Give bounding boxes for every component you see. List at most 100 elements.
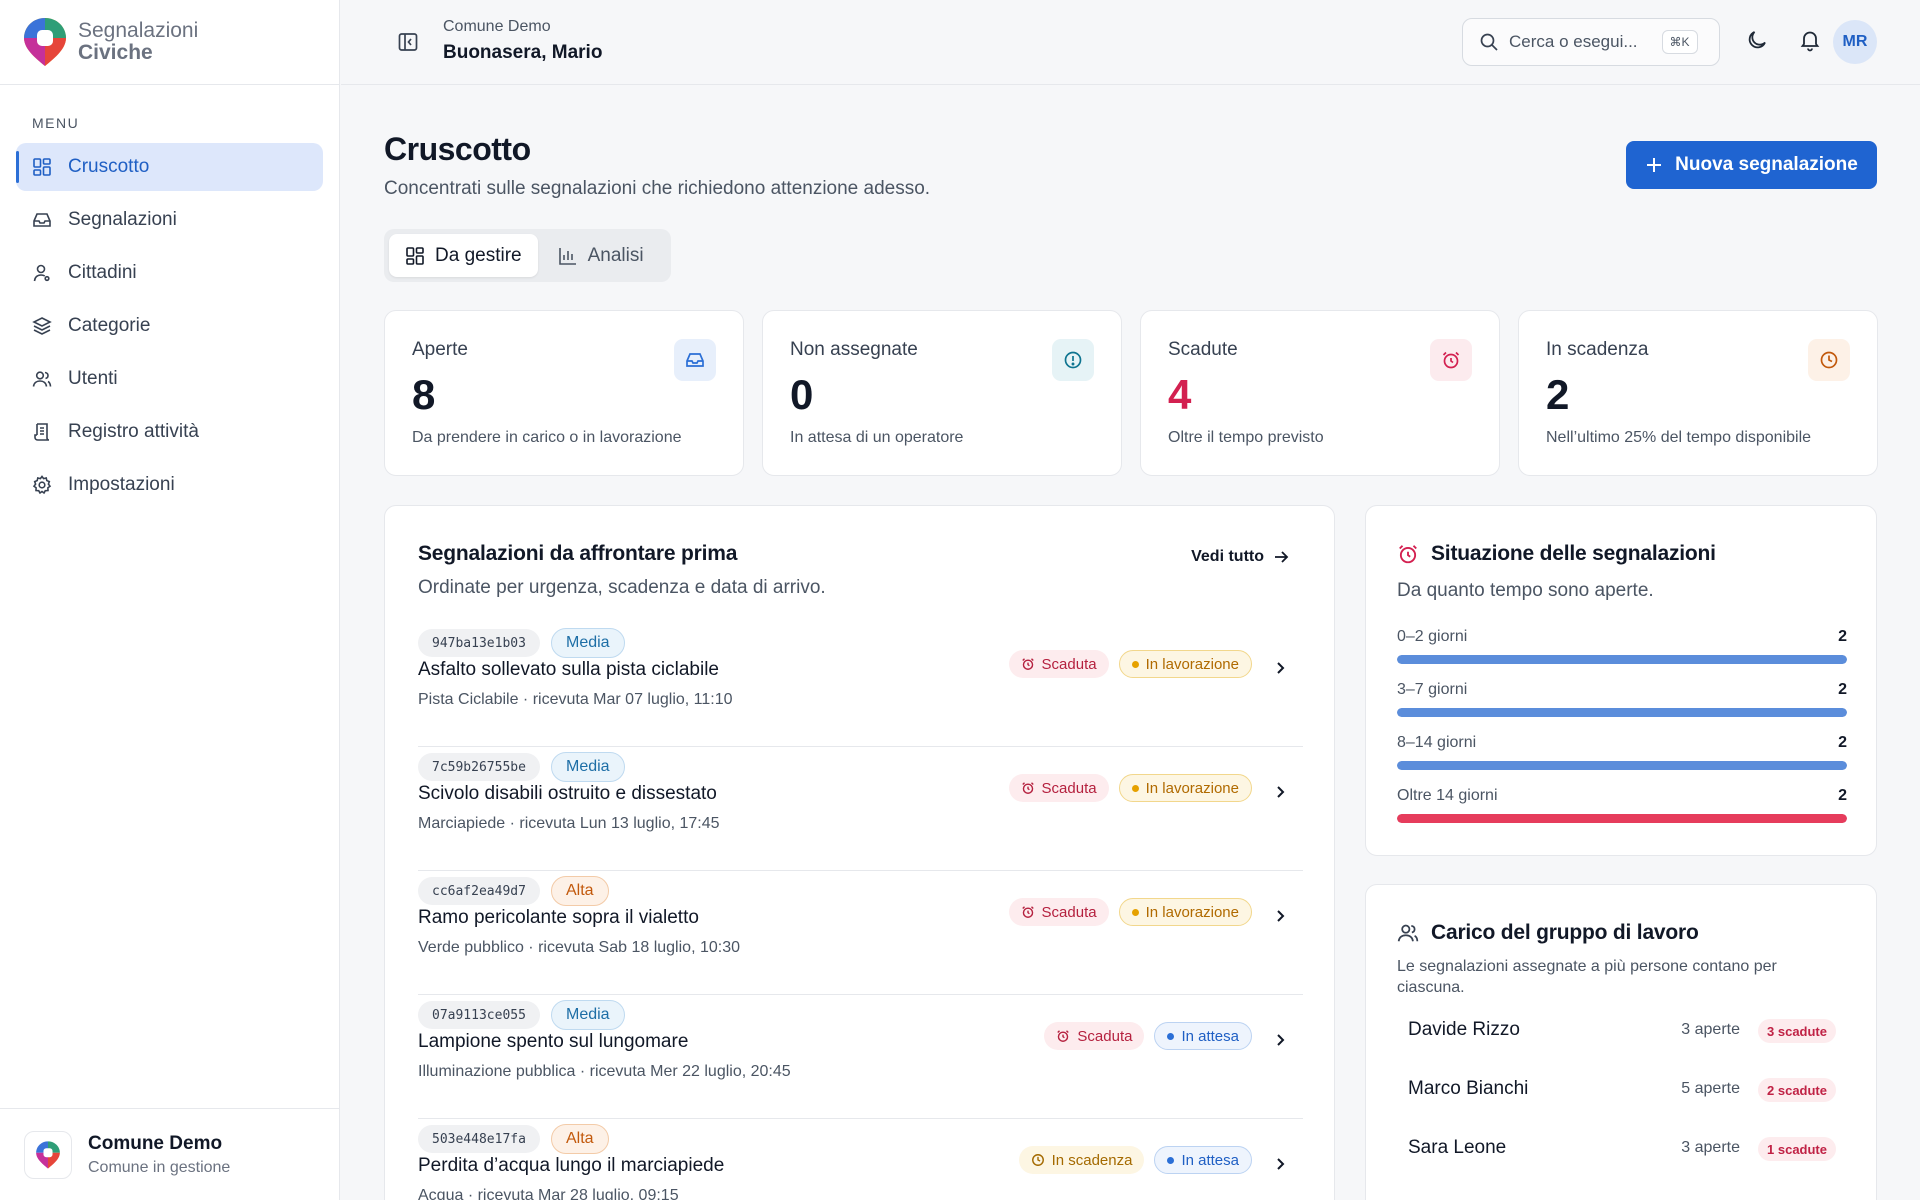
moon-icon[interactable] bbox=[1745, 28, 1769, 52]
stat-card-non-assegnate[interactable]: Non assegnate 0 In attesa di un operator… bbox=[762, 310, 1122, 476]
user-greeting: Buonasera, Mario bbox=[443, 42, 603, 63]
stat-card-scadute[interactable]: Scadute 4 Oltre il tempo previsto bbox=[1140, 310, 1500, 476]
person-name: Marco Bianchi bbox=[1408, 1078, 1529, 1099]
sidebar-item-label: Segnalazioni bbox=[68, 209, 177, 230]
app-logo-icon bbox=[24, 18, 66, 66]
report-code: 947ba13e1b03 bbox=[418, 629, 540, 657]
brand[interactable]: Segnalazioni Civiche bbox=[0, 0, 339, 85]
alarm-icon bbox=[1021, 658, 1034, 670]
brand-line-2: Civiche bbox=[78, 41, 153, 64]
list-item[interactable]: cc6af2ea49d7 Alta Ramo pericolante sopra… bbox=[418, 871, 1303, 995]
age-bar-value: 2 bbox=[1838, 787, 1847, 804]
report-meta: Verde pubblico · ricevuta Sab 18 luglio,… bbox=[418, 939, 740, 956]
overdue-badge: 1 scadute bbox=[1758, 1137, 1836, 1161]
state-badge-label: In attesa bbox=[1181, 1151, 1239, 1169]
org-switcher[interactable]: Comune Demo Comune in gestione bbox=[0, 1108, 339, 1200]
new-report-button[interactable]: Nuova segnalazione bbox=[1626, 141, 1877, 189]
card-subtitle: Ordinate per urgenza, scadenza e data di… bbox=[418, 577, 826, 598]
chevron-right-icon bbox=[1277, 662, 1285, 674]
state-badge: In lavorazione bbox=[1118, 774, 1252, 802]
alert-circle-icon bbox=[1052, 339, 1094, 381]
age-bars: 0–2 giorni 2 3–7 giorni 2 8–14 giorni 2 … bbox=[1397, 628, 1847, 840]
users-icon bbox=[32, 371, 52, 387]
sidebar-item-utenti[interactable]: Utenti bbox=[16, 355, 323, 403]
age-bar-row: 0–2 giorni 2 bbox=[1397, 628, 1847, 681]
list-item[interactable]: Davide Rizzo 3 aperte 3 scadute bbox=[1408, 1019, 1836, 1078]
stat-card-in-scadenza[interactable]: In scadenza 2 Nell’ultimo 25% del tempo … bbox=[1518, 310, 1878, 476]
list-item[interactable]: 503e448e17fa Alta Perdita d’acqua lungo … bbox=[418, 1119, 1303, 1200]
priority-list-card: Segnalazioni da affrontare prima Ordinat… bbox=[384, 505, 1335, 1200]
page-subtitle: Concentrati sulle segnalazioni che richi… bbox=[384, 178, 931, 199]
workload-list: Davide Rizzo 3 aperte 3 scadute Marco Bi… bbox=[1408, 1019, 1836, 1196]
dashboard-icon bbox=[406, 246, 424, 265]
view-tabs: Da gestire Analisi bbox=[384, 229, 671, 282]
status-badge-label: Scaduta bbox=[1041, 779, 1097, 797]
stat-description: Nell’ultimo 25% del tempo disponibile bbox=[1546, 429, 1812, 446]
open-count: 3 aperte bbox=[1681, 1021, 1740, 1038]
open-count: 5 aperte bbox=[1681, 1080, 1740, 1097]
age-bar-value: 2 bbox=[1838, 681, 1847, 698]
chevron-right-icon bbox=[1277, 1158, 1285, 1170]
list-item[interactable]: 947ba13e1b03 Media Asfalto sollevato sul… bbox=[418, 623, 1303, 747]
list-item[interactable]: 07a9113ce055 Media Lampione spento sul l… bbox=[418, 995, 1303, 1119]
age-bar-fill bbox=[1397, 814, 1847, 823]
card-title: Carico del gruppo di lavoro bbox=[1431, 921, 1699, 944]
sidebar-item-cittadini[interactable]: Cittadini bbox=[16, 249, 323, 297]
gear-icon bbox=[32, 475, 52, 495]
stat-card-aperte[interactable]: Aperte 8 Da prendere in carico o in lavo… bbox=[384, 310, 744, 476]
age-bar-label: 8–14 giorni bbox=[1397, 734, 1477, 751]
stat-description: Oltre il tempo previsto bbox=[1168, 429, 1324, 446]
org-logo bbox=[24, 1130, 72, 1179]
sidebar-item-label: Impostazioni bbox=[68, 474, 175, 495]
sidebar-item-label: Registro attività bbox=[68, 421, 199, 442]
state-badge-label: In lavorazione bbox=[1145, 903, 1239, 921]
see-all-label: Vedi tutto bbox=[1191, 548, 1264, 565]
avatar[interactable]: MR bbox=[1833, 20, 1877, 64]
search-shortcut: ⌘K bbox=[1661, 30, 1698, 54]
list-item[interactable]: Sara Leone 3 aperte 1 scadute bbox=[1408, 1137, 1836, 1196]
state-badge: In attesa bbox=[1154, 1022, 1252, 1050]
age-bar-value: 2 bbox=[1838, 628, 1847, 645]
tab-da-gestire[interactable]: Da gestire bbox=[389, 234, 538, 277]
status-badge: Scaduta bbox=[1008, 774, 1109, 802]
age-bar-label: 3–7 giorni bbox=[1397, 681, 1468, 698]
sidebar-item-segnalazioni[interactable]: Segnalazioni bbox=[16, 196, 323, 244]
state-badge-label: In lavorazione bbox=[1145, 779, 1239, 797]
sidebar-item-categorie[interactable]: Categorie bbox=[16, 302, 323, 350]
tab-analisi[interactable]: Analisi bbox=[542, 234, 660, 277]
status-badge-label: Scaduta bbox=[1041, 655, 1097, 673]
card-subtitle: Da quanto tempo sono aperte. bbox=[1397, 580, 1654, 601]
report-title: Lampione spento sul lungomare bbox=[418, 1031, 689, 1052]
org-subtitle: Comune in gestione bbox=[88, 1158, 231, 1176]
age-bar-track bbox=[1397, 655, 1847, 664]
report-code: 503e448e17fa bbox=[418, 1125, 540, 1153]
priority-rows: 947ba13e1b03 Media Asfalto sollevato sul… bbox=[418, 623, 1303, 1200]
report-code: 7c59b26755be bbox=[418, 753, 540, 781]
page-title: Cruscotto bbox=[384, 131, 531, 167]
report-meta: Illuminazione pubblica · ricevuta Mer 22… bbox=[418, 1063, 791, 1080]
list-item[interactable]: Marco Bianchi 5 aperte 2 scadute bbox=[1408, 1078, 1836, 1137]
bell-icon[interactable] bbox=[1798, 28, 1822, 52]
status-badge: In scadenza bbox=[1018, 1146, 1145, 1174]
current-org: Comune Demo bbox=[443, 18, 551, 35]
state-badge: In lavorazione bbox=[1118, 898, 1252, 926]
sidebar-toggle-icon[interactable] bbox=[397, 31, 419, 53]
sidebar-item-cruscotto[interactable]: Cruscotto bbox=[16, 143, 323, 191]
alarm-icon bbox=[1399, 545, 1417, 564]
stat-description: In attesa di un operatore bbox=[790, 429, 964, 446]
status-dot bbox=[1167, 1156, 1175, 1164]
command-search[interactable]: Cerca o esegui... ⌘K bbox=[1462, 18, 1720, 66]
card-subtitle: Le segnalazioni assegnate a più persone … bbox=[1397, 958, 1777, 996]
age-bar-value: 2 bbox=[1838, 734, 1847, 751]
layers-icon bbox=[32, 317, 52, 335]
chevron-right-icon bbox=[1277, 910, 1285, 922]
age-bar-row: 8–14 giorni 2 bbox=[1397, 734, 1847, 787]
see-all-link[interactable]: Vedi tutto bbox=[1191, 548, 1290, 566]
state-badge: In lavorazione bbox=[1118, 650, 1252, 678]
tab-label: Da gestire bbox=[435, 244, 522, 266]
age-bar-row: 3–7 giorni 2 bbox=[1397, 681, 1847, 734]
status-badge-label: Scaduta bbox=[1041, 903, 1097, 921]
sidebar-item-impostazioni[interactable]: Impostazioni bbox=[16, 461, 323, 509]
list-item[interactable]: 7c59b26755be Media Scivolo disabili ostr… bbox=[418, 747, 1303, 871]
sidebar-item-registro-attivita[interactable]: Registro attività bbox=[16, 408, 323, 456]
